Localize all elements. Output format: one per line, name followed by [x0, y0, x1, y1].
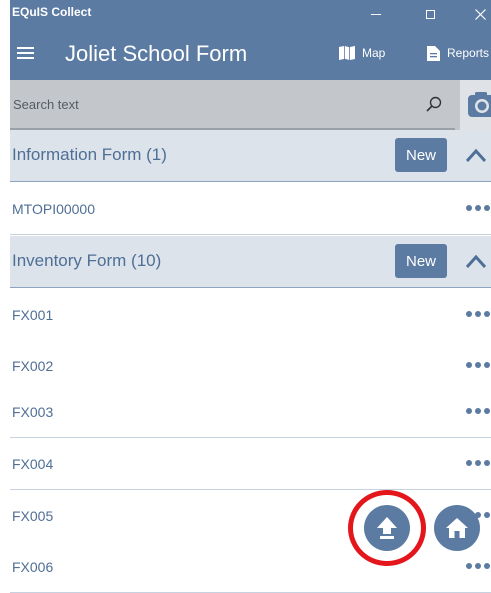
maximize-button[interactable]	[407, 0, 453, 28]
more-horizontal-icon[interactable]	[466, 408, 490, 416]
hamburger-menu-icon[interactable]	[17, 44, 35, 62]
item-label: MTOPI00000	[12, 201, 96, 217]
map-icon	[339, 46, 355, 60]
upload-arrow-icon	[377, 517, 397, 539]
list-item[interactable]: FX004	[10, 438, 491, 490]
chevron-up-icon[interactable]	[465, 145, 487, 165]
section-header-information-form: Information Form (1) New	[10, 130, 491, 182]
minimize-button[interactable]	[353, 0, 399, 28]
chevron-up-icon[interactable]	[465, 251, 487, 271]
new-inventory-form-button[interactable]: New	[395, 244, 447, 278]
item-label: FX002	[12, 358, 54, 374]
more-horizontal-icon[interactable]	[466, 362, 490, 370]
list-item[interactable]: FX005	[10, 490, 491, 542]
more-horizontal-icon[interactable]	[466, 460, 490, 468]
search-bar	[10, 80, 491, 130]
close-icon	[474, 8, 486, 20]
reports-label: Reports	[447, 46, 490, 60]
list-item[interactable]: FX001	[10, 289, 491, 341]
minimize-icon	[371, 13, 381, 15]
close-button[interactable]	[457, 0, 491, 28]
document-icon	[427, 45, 440, 61]
section-title: Inventory Form (10)	[12, 251, 162, 270]
reports-button[interactable]: Reports	[427, 42, 489, 64]
section-header-inventory-form: Inventory Form (10) New	[10, 236, 491, 288]
camera-button[interactable]	[460, 80, 491, 130]
search-input[interactable]	[10, 80, 455, 130]
upload-button[interactable]	[364, 505, 410, 551]
item-label: FX006	[12, 559, 54, 575]
search-icon[interactable]	[426, 96, 442, 112]
list-item[interactable]: FX003	[10, 386, 491, 438]
map-label: Map	[362, 46, 386, 60]
list-item[interactable]: FX006	[10, 541, 491, 593]
item-label: FX005	[12, 508, 54, 524]
item-label: FX004	[12, 456, 54, 472]
map-button[interactable]: Map	[339, 42, 385, 64]
list-item[interactable]: FX002	[10, 340, 491, 392]
camera-icon	[468, 92, 491, 117]
more-horizontal-icon[interactable]	[466, 311, 490, 319]
window-title: EQuIS Collect	[12, 5, 92, 19]
maximize-icon	[425, 9, 435, 19]
item-label: FX003	[12, 404, 54, 420]
page-title: Joliet School Form	[65, 41, 248, 66]
window-edge	[0, 0, 10, 570]
window-titlebar: EQuIS Collect	[10, 0, 491, 28]
home-icon	[446, 518, 468, 538]
new-information-form-button[interactable]: New	[395, 138, 447, 172]
list-item[interactable]: MTOPI00000	[10, 183, 491, 235]
item-label: FX001	[12, 307, 54, 323]
app-header: Joliet School Form Map Reports	[10, 28, 491, 80]
home-button[interactable]	[434, 505, 480, 551]
section-title: Information Form (1)	[12, 145, 167, 164]
more-horizontal-icon[interactable]	[466, 205, 490, 213]
